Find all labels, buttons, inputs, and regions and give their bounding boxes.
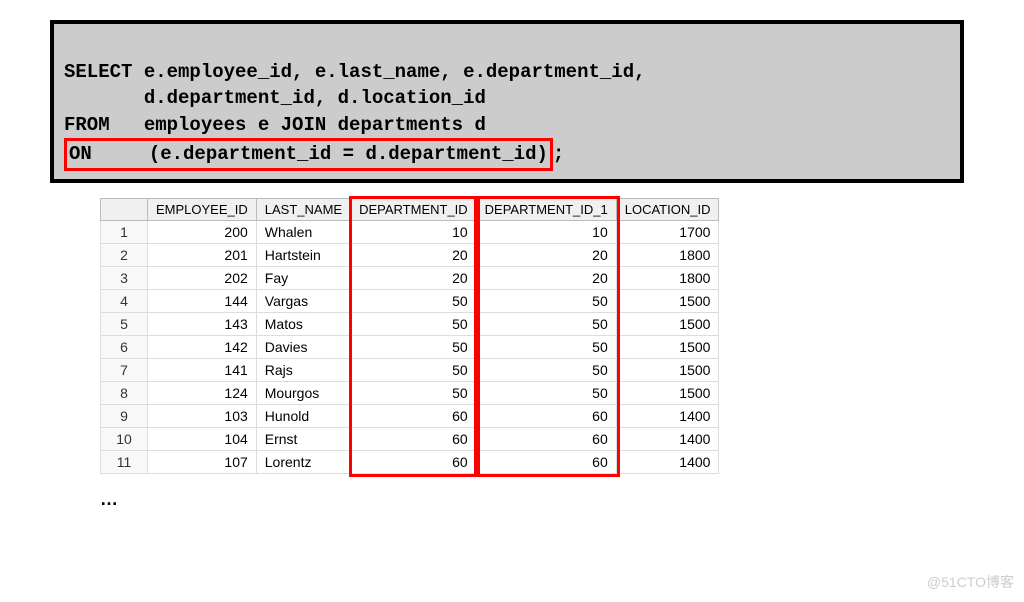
cell-employee-id: 107: [148, 450, 257, 473]
cell-employee-id: 142: [148, 335, 257, 358]
table-row: 10104Ernst60601400: [101, 427, 719, 450]
cell-location-id: 1400: [616, 404, 719, 427]
cell-department-id-1: 50: [476, 312, 616, 335]
cell-employee-id: 201: [148, 243, 257, 266]
cell-department-id: 60: [351, 404, 477, 427]
cell-location-id: 1700: [616, 220, 719, 243]
cell-location-id: 1400: [616, 427, 719, 450]
cell-last-name: Hartstein: [256, 243, 350, 266]
cell-rownum: 8: [101, 381, 148, 404]
ellipsis: …: [100, 489, 1004, 510]
cell-department-id: 20: [351, 243, 477, 266]
table-row: 3202Fay20201800: [101, 266, 719, 289]
cell-department-id-1: 10: [476, 220, 616, 243]
cell-department-id-1: 60: [476, 450, 616, 473]
cell-location-id: 1500: [616, 289, 719, 312]
cell-employee-id: 202: [148, 266, 257, 289]
cell-employee-id: 104: [148, 427, 257, 450]
sql-query-box: SELECT e.employee_id, e.last_name, e.dep…: [50, 20, 964, 183]
cell-department-id-1: 50: [476, 289, 616, 312]
cell-department-id-1: 50: [476, 358, 616, 381]
sql-line-1: SELECT e.employee_id, e.last_name, e.dep…: [64, 61, 646, 83]
cell-department-id: 50: [351, 289, 477, 312]
cell-location-id: 1500: [616, 381, 719, 404]
sql-line-2: d.department_id, d.location_id: [64, 87, 486, 109]
cell-location-id: 1400: [616, 450, 719, 473]
cell-department-id-1: 20: [476, 266, 616, 289]
cell-department-id-1: 20: [476, 243, 616, 266]
cell-location-id: 1800: [616, 266, 719, 289]
cell-department-id: 50: [351, 335, 477, 358]
table-row: 1200Whalen10101700: [101, 220, 719, 243]
cell-rownum: 10: [101, 427, 148, 450]
cell-department-id: 50: [351, 358, 477, 381]
cell-rownum: 7: [101, 358, 148, 381]
table-row: 9103Hunold60601400: [101, 404, 719, 427]
header-location-id: LOCATION_ID: [616, 198, 719, 220]
cell-department-id: 10: [351, 220, 477, 243]
cell-last-name: Ernst: [256, 427, 350, 450]
cell-department-id: 60: [351, 427, 477, 450]
cell-location-id: 1500: [616, 335, 719, 358]
table-row: 11107Lorentz60601400: [101, 450, 719, 473]
table-header-row: EMPLOYEE_ID LAST_NAME DEPARTMENT_ID DEPA…: [101, 198, 719, 220]
cell-employee-id: 141: [148, 358, 257, 381]
cell-last-name: Davies: [256, 335, 350, 358]
table-row: 6142Davies50501500: [101, 335, 719, 358]
cell-rownum: 3: [101, 266, 148, 289]
cell-department-id-1: 50: [476, 335, 616, 358]
cell-department-id-1: 60: [476, 404, 616, 427]
cell-last-name: Mourgos: [256, 381, 350, 404]
sql-semicolon: ;: [553, 141, 564, 168]
cell-employee-id: 143: [148, 312, 257, 335]
cell-employee-id: 144: [148, 289, 257, 312]
cell-rownum: 11: [101, 450, 148, 473]
cell-location-id: 1500: [616, 312, 719, 335]
cell-last-name: Fay: [256, 266, 350, 289]
cell-location-id: 1500: [616, 358, 719, 381]
cell-last-name: Hunold: [256, 404, 350, 427]
cell-employee-id: 124: [148, 381, 257, 404]
sql-on-clause-highlight: ON (e.department_id = d.department_id): [64, 138, 553, 171]
cell-employee-id: 200: [148, 220, 257, 243]
table-row: 4144Vargas50501500: [101, 289, 719, 312]
table-row: 8124Mourgos50501500: [101, 381, 719, 404]
header-department-id: DEPARTMENT_ID: [351, 198, 477, 220]
cell-last-name: Whalen: [256, 220, 350, 243]
cell-last-name: Rajs: [256, 358, 350, 381]
cell-last-name: Matos: [256, 312, 350, 335]
results-table-wrapper: EMPLOYEE_ID LAST_NAME DEPARTMENT_ID DEPA…: [100, 198, 719, 474]
cell-department-id-1: 60: [476, 427, 616, 450]
header-rownum: [101, 198, 148, 220]
header-employee-id: EMPLOYEE_ID: [148, 198, 257, 220]
cell-department-id: 20: [351, 266, 477, 289]
cell-department-id: 50: [351, 312, 477, 335]
sql-line-3: FROM employees e JOIN departments d: [64, 114, 486, 136]
cell-rownum: 5: [101, 312, 148, 335]
table-row: 2201Hartstein20201800: [101, 243, 719, 266]
cell-rownum: 9: [101, 404, 148, 427]
cell-location-id: 1800: [616, 243, 719, 266]
cell-department-id: 60: [351, 450, 477, 473]
results-table: EMPLOYEE_ID LAST_NAME DEPARTMENT_ID DEPA…: [100, 198, 719, 474]
cell-rownum: 6: [101, 335, 148, 358]
cell-department-id: 50: [351, 381, 477, 404]
header-department-id-1: DEPARTMENT_ID_1: [476, 198, 616, 220]
cell-rownum: 2: [101, 243, 148, 266]
cell-rownum: 4: [101, 289, 148, 312]
cell-employee-id: 103: [148, 404, 257, 427]
cell-last-name: Vargas: [256, 289, 350, 312]
table-row: 5143Matos50501500: [101, 312, 719, 335]
header-last-name: LAST_NAME: [256, 198, 350, 220]
cell-department-id-1: 50: [476, 381, 616, 404]
watermark: @51CTO博客: [927, 572, 1014, 592]
cell-rownum: 1: [101, 220, 148, 243]
table-row: 7141Rajs50501500: [101, 358, 719, 381]
cell-last-name: Lorentz: [256, 450, 350, 473]
